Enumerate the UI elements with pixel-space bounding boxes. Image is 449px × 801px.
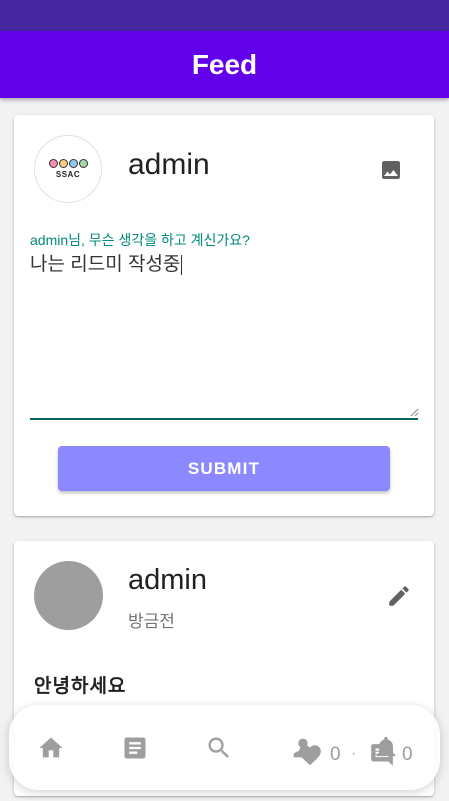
post-input-label: admin님, 무슨 생각을 하고 계신가요? bbox=[30, 232, 250, 248]
article-icon bbox=[124, 737, 146, 759]
avatar: SSAC bbox=[34, 135, 102, 203]
comments-count[interactable]: 0 bbox=[369, 742, 413, 768]
bottom-navigation: 0 · 0 bbox=[9, 705, 440, 790]
post-input-text: 나는 리드미 작성중 bbox=[30, 254, 181, 275]
pencil-icon bbox=[389, 586, 409, 606]
nav-home-button[interactable] bbox=[37, 734, 65, 762]
heart-icon bbox=[299, 745, 321, 766]
nav-search-button[interactable] bbox=[205, 734, 233, 762]
post-username: admin bbox=[128, 564, 207, 596]
likes-count-value: 0 bbox=[330, 744, 341, 765]
post-timestamp: 방금전 bbox=[128, 612, 175, 631]
comments-count-value: 0 bbox=[402, 744, 413, 765]
post-input[interactable]: 나는 리드미 작성중 bbox=[30, 249, 183, 276]
comment-icon bbox=[371, 744, 393, 766]
search-icon bbox=[208, 737, 229, 758]
compose-card: SSAC admin admin님, 무슨 생각을 하고 계신가요? 나는 리드… bbox=[14, 115, 434, 516]
stat-separator: · bbox=[351, 745, 357, 762]
input-underline bbox=[30, 418, 418, 420]
edit-post-button[interactable] bbox=[384, 581, 414, 611]
upload-image-button[interactable] bbox=[374, 153, 408, 187]
status-bar bbox=[0, 0, 449, 31]
submit-button[interactable]: SUBMIT bbox=[58, 446, 390, 491]
page-title: Feed bbox=[191, 48, 258, 80]
nav-feed-button[interactable] bbox=[121, 734, 149, 762]
resize-grip-icon[interactable] bbox=[409, 407, 419, 417]
compose-username: admin bbox=[128, 148, 210, 181]
logo-text: SSAC bbox=[55, 170, 81, 179]
app-bar: Feed bbox=[0, 31, 449, 98]
post-content: 안녕하세요 bbox=[34, 676, 127, 697]
logo-icon bbox=[48, 159, 88, 168]
home-icon bbox=[39, 737, 63, 758]
text-caret bbox=[181, 254, 183, 275]
avatar bbox=[34, 561, 103, 630]
image-icon bbox=[382, 161, 400, 179]
likes-count[interactable]: 0 bbox=[297, 742, 341, 768]
